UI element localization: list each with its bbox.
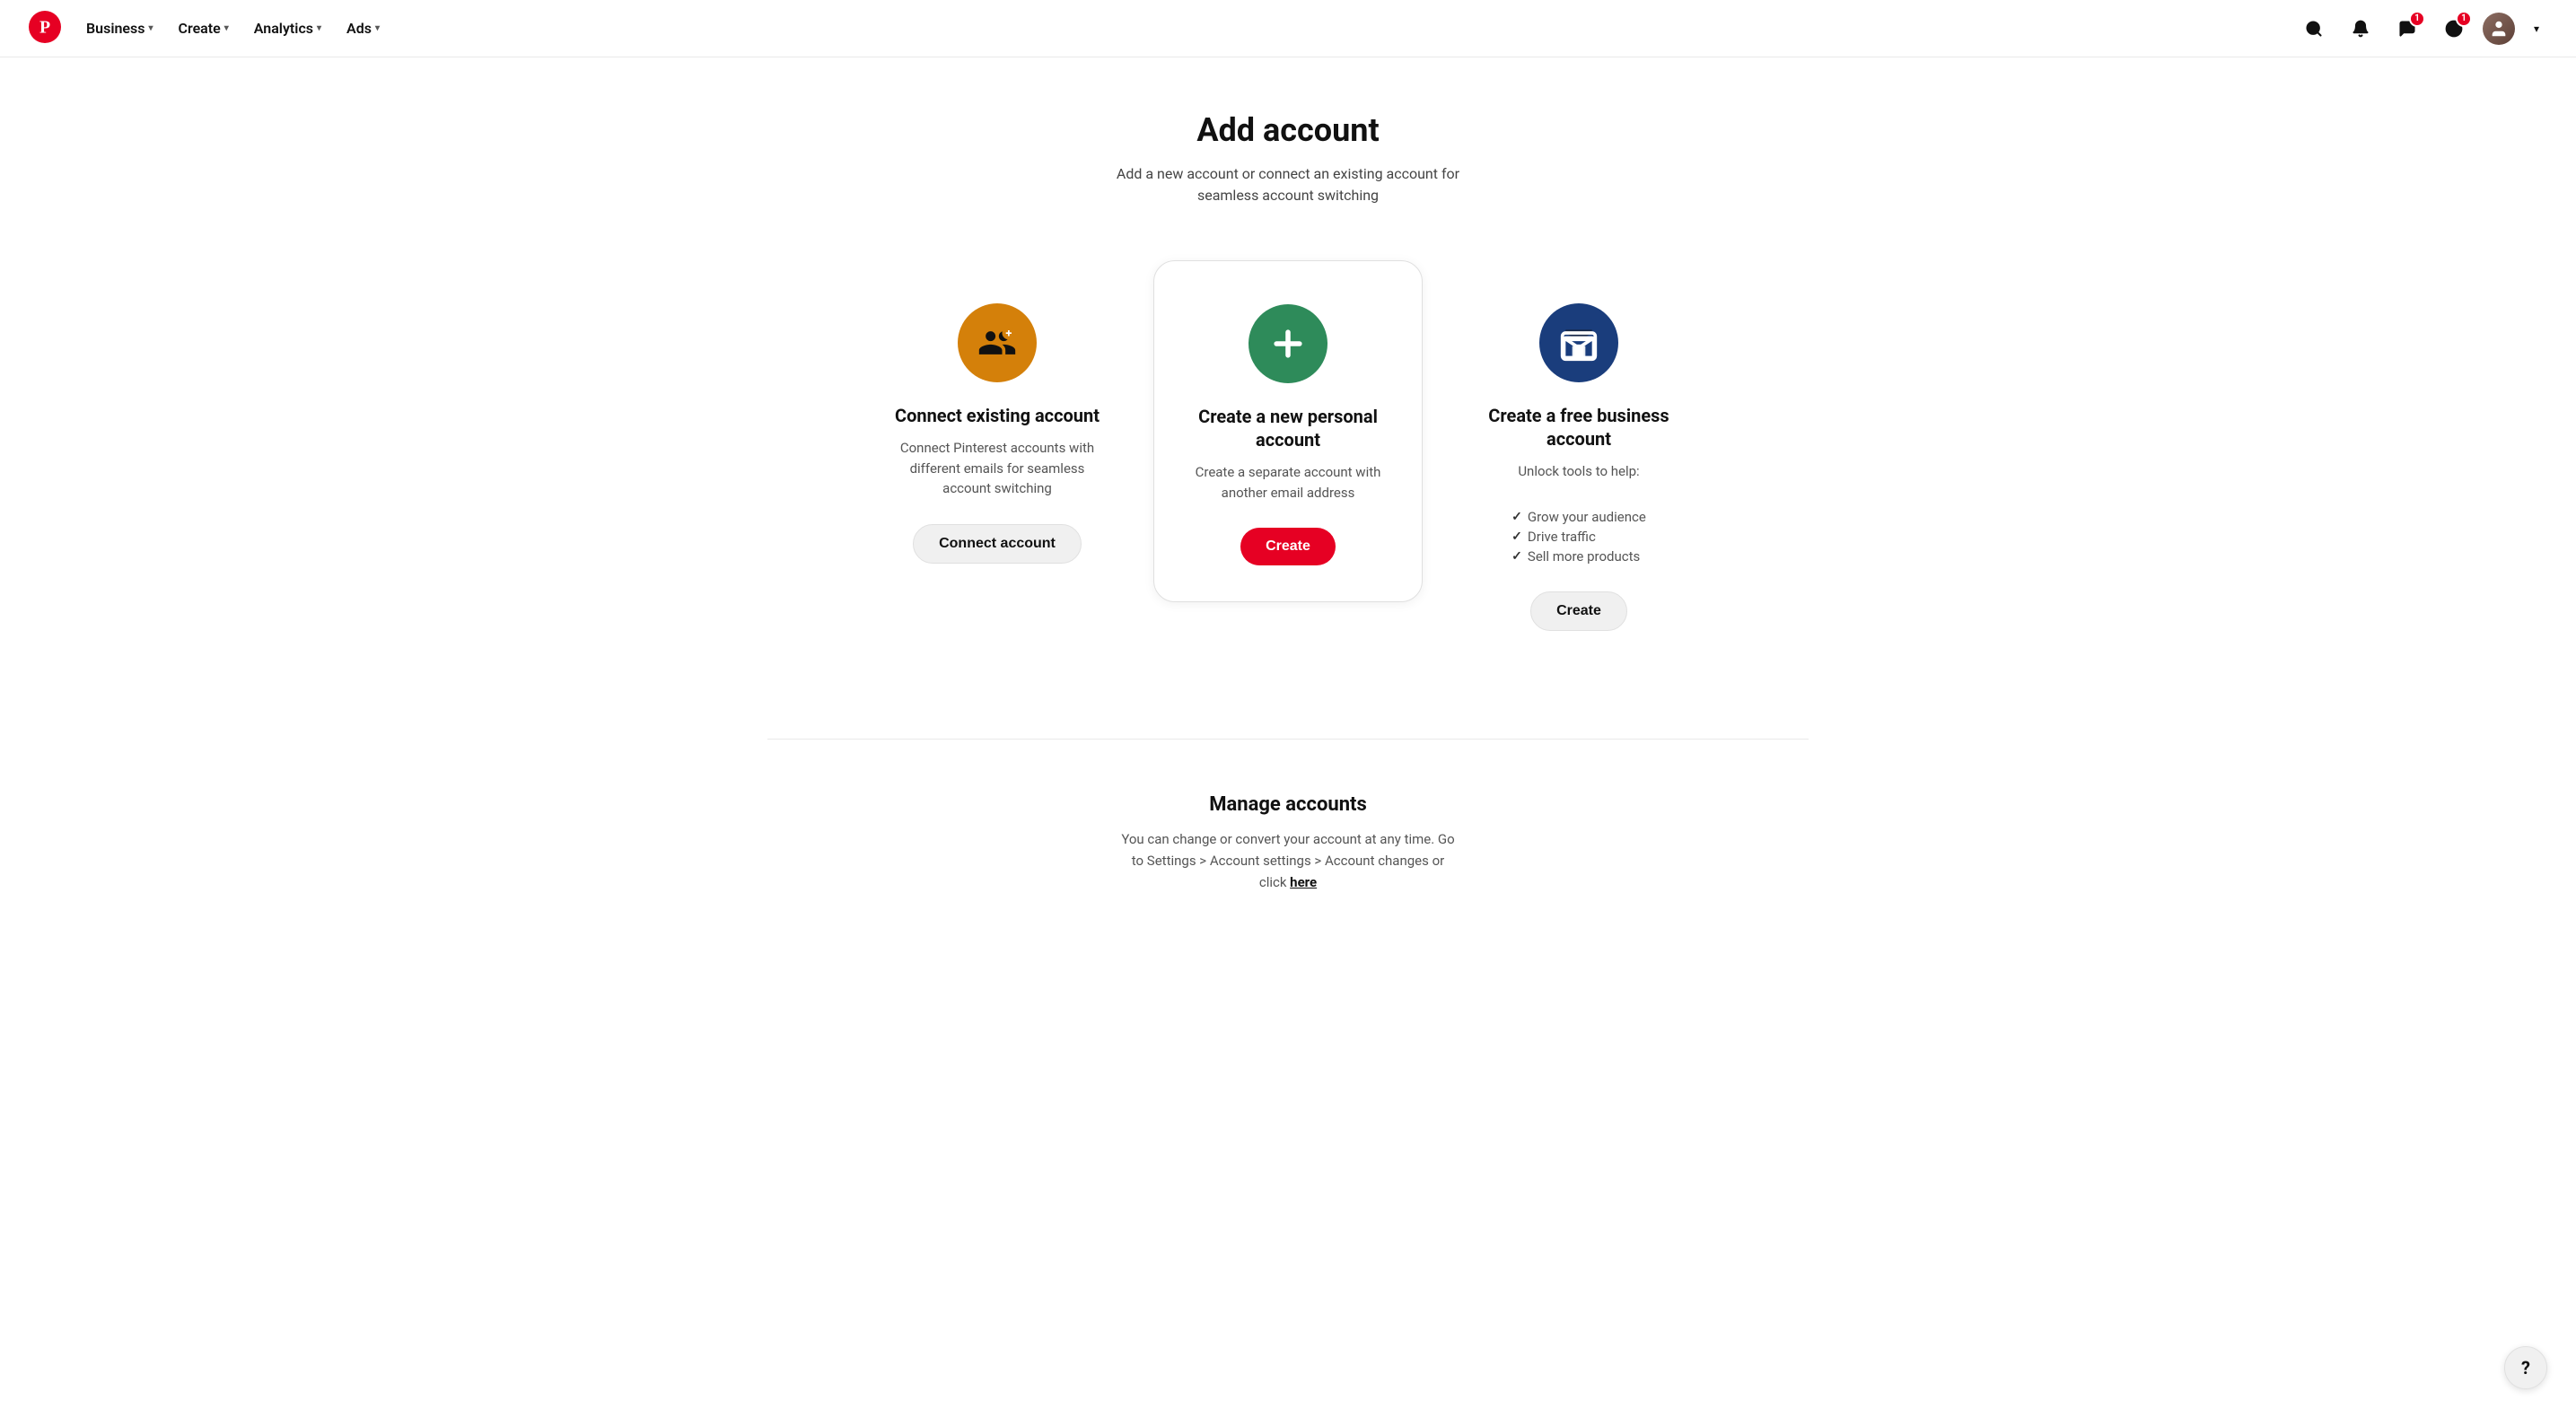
manage-here-link[interactable]: here	[1290, 874, 1317, 890]
help-button[interactable]: ?	[2504, 1346, 2547, 1389]
card-connect-existing: + Connect existing account Connect Pinte…	[863, 260, 1132, 600]
manage-title: Manage accounts	[767, 793, 1809, 816]
svg-text:+: +	[1005, 328, 1012, 341]
chevron-down-icon: ▾	[224, 23, 229, 33]
avatar[interactable]	[2483, 13, 2515, 45]
checklist-item-2: ✓ Drive traffic	[1511, 527, 1646, 547]
svg-text:P: P	[39, 17, 50, 37]
create-business-title: Create a free business account	[1476, 404, 1681, 451]
nav-item-ads[interactable]: Ads ▾	[336, 13, 390, 44]
manage-section: Manage accounts You can change or conver…	[767, 739, 1809, 893]
card-create-business: Create a free business account Unlock to…	[1444, 260, 1713, 667]
nav-item-analytics[interactable]: Analytics ▾	[243, 13, 332, 44]
notifications-button[interactable]	[2343, 11, 2379, 47]
checklist-item-3: ✓ Sell more products	[1511, 547, 1646, 566]
alerts-badge: 1	[2456, 11, 2472, 27]
create-business-intro: Unlock tools to help:	[1518, 461, 1639, 482]
check-icon-2: ✓	[1511, 530, 1522, 544]
check-icon-1: ✓	[1511, 510, 1522, 524]
card-create-personal: Create a new personal account Create a s…	[1153, 260, 1423, 602]
manage-desc: You can change or convert your account a…	[767, 828, 1809, 893]
pinterest-logo[interactable]: P	[29, 11, 61, 47]
create-personal-button[interactable]: Create	[1240, 528, 1336, 565]
connect-existing-desc: Connect Pinterest accounts with differen…	[895, 438, 1100, 499]
alerts-button[interactable]: 1	[2436, 11, 2472, 47]
messages-button[interactable]: 1	[2389, 11, 2425, 47]
connect-icon: +	[958, 303, 1037, 382]
chevron-down-icon: ▾	[317, 23, 321, 33]
nav-right: 1 1 ▾	[2296, 11, 2547, 47]
connect-account-button[interactable]: Connect account	[913, 524, 1082, 564]
create-business-icon	[1539, 303, 1618, 382]
profile-chevron-button[interactable]: ▾	[2526, 18, 2547, 39]
cards-row: + Connect existing account Connect Pinte…	[767, 260, 1809, 667]
search-button[interactable]	[2296, 11, 2332, 47]
connect-existing-title: Connect existing account	[895, 404, 1100, 427]
create-personal-desc: Create a separate account with another e…	[1187, 462, 1389, 503]
create-business-button[interactable]: Create	[1530, 591, 1627, 631]
main-content: Add account Add a new account or connect…	[749, 57, 1827, 965]
nav-item-create[interactable]: Create ▾	[168, 13, 240, 44]
chevron-down-icon: ▾	[375, 23, 380, 33]
check-icon-3: ✓	[1511, 549, 1522, 564]
page-subtitle: Add a new account or connect an existing…	[767, 163, 1809, 206]
nav-items: Business ▾ Create ▾ Analytics ▾ Ads ▾	[75, 13, 390, 44]
messages-badge: 1	[2409, 11, 2425, 27]
create-personal-title: Create a new personal account	[1187, 405, 1389, 451]
page-header: Add account Add a new account or connect…	[767, 111, 1809, 206]
navbar: P Business ▾ Create ▾ Analytics ▾ Ads ▾	[0, 0, 2576, 57]
nav-item-business[interactable]: Business ▾	[75, 13, 164, 44]
chevron-down-icon: ▾	[148, 23, 153, 33]
nav-left: P Business ▾ Create ▾ Analytics ▾ Ads ▾	[29, 11, 390, 47]
business-checklist: ✓ Grow your audience ✓ Drive traffic ✓ S…	[1511, 507, 1646, 566]
create-personal-icon	[1249, 304, 1327, 383]
page-title: Add account	[767, 111, 1809, 149]
checklist-item-1: ✓ Grow your audience	[1511, 507, 1646, 527]
